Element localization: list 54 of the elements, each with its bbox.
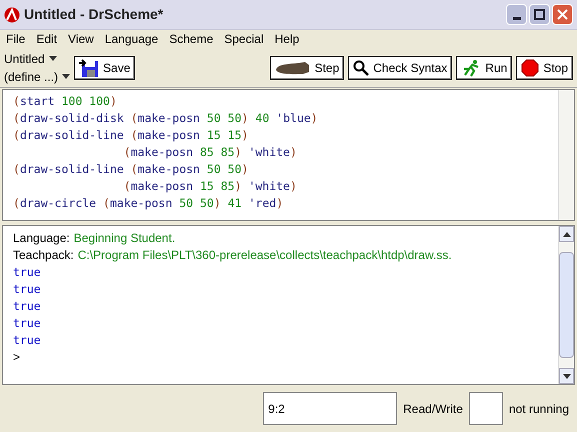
position-field: 9:2: [263, 392, 398, 425]
minimize-button[interactable]: [506, 4, 527, 25]
result-output: true: [13, 264, 41, 281]
toolbar-button[interactable]: Run: [456, 56, 512, 80]
running-status: not running: [508, 400, 569, 418]
window-title: Untitled - DrScheme*: [24, 5, 164, 24]
stop-icon: [521, 58, 540, 76]
maximize-icon: [534, 9, 545, 20]
close-icon: [557, 9, 568, 20]
caret-down-icon: [562, 374, 570, 378]
toolbar-button[interactable]: Check Syntax: [348, 56, 452, 80]
code-line: (start 100 100): [13, 93, 118, 110]
toolbar-button[interactable]: Stop: [516, 56, 573, 80]
close-button[interactable]: [552, 4, 573, 25]
scrollbar[interactable]: [558, 90, 574, 220]
scroll-up-button[interactable]: [559, 226, 574, 242]
app-logo-icon: [4, 6, 20, 22]
scroll-down-button[interactable]: [559, 368, 574, 384]
info-label: Teachpack:: [13, 247, 74, 264]
code-line: (draw-circle (make-posn 50 50) 41 'red): [13, 195, 284, 212]
status-box: [468, 392, 503, 425]
caret-down-icon: [62, 74, 70, 79]
toolbar-button[interactable]: Step: [270, 56, 344, 80]
definitions-menu[interactable]: (define ...): [4, 68, 58, 86]
menu-item[interactable]: Language: [104, 30, 158, 48]
info-label: Language:: [13, 230, 70, 247]
caret-down-icon: [48, 56, 57, 61]
menu-item[interactable]: Help: [274, 30, 300, 48]
result-output: true: [13, 332, 41, 349]
result-output: true: [13, 281, 41, 298]
minimize-icon: [512, 17, 520, 20]
file-menu[interactable]: Untitled: [4, 50, 45, 68]
info-value: Beginning Student.: [74, 230, 176, 247]
result-output: true: [13, 298, 41, 315]
code-line: (draw-solid-disk (make-posn 50 50) 40 'blue): [13, 110, 319, 127]
menu-item[interactable]: File: [6, 30, 26, 48]
code-line: (make-posn 85 85) 'white): [122, 144, 298, 161]
maximize-button[interactable]: [529, 4, 550, 25]
toolbar-button[interactable]: Save: [74, 56, 136, 80]
menu-item[interactable]: Special: [224, 30, 264, 48]
code-line: (draw-solid-line (make-posn 50 50): [13, 161, 250, 178]
mode-label: Read/Write: [403, 400, 463, 418]
menu-item[interactable]: Scheme: [169, 30, 214, 48]
prompt: >: [13, 349, 20, 366]
code-line: (make-posn 15 85) 'white): [122, 178, 298, 195]
scrollbar[interactable]: [558, 226, 574, 384]
menu-item[interactable]: Edit: [36, 30, 58, 48]
info-value: C:\Program Files\PLT\360-prerelease\collects\teachpack\htdp\draw.ss.: [78, 247, 452, 264]
result-output: true: [13, 315, 41, 332]
menu-item[interactable]: View: [68, 30, 94, 48]
code-line: (draw-solid-line (make-posn 15 15): [13, 127, 250, 144]
runner-icon: [461, 58, 482, 76]
caret-up-icon: [562, 232, 570, 236]
search-icon: [353, 60, 370, 76]
